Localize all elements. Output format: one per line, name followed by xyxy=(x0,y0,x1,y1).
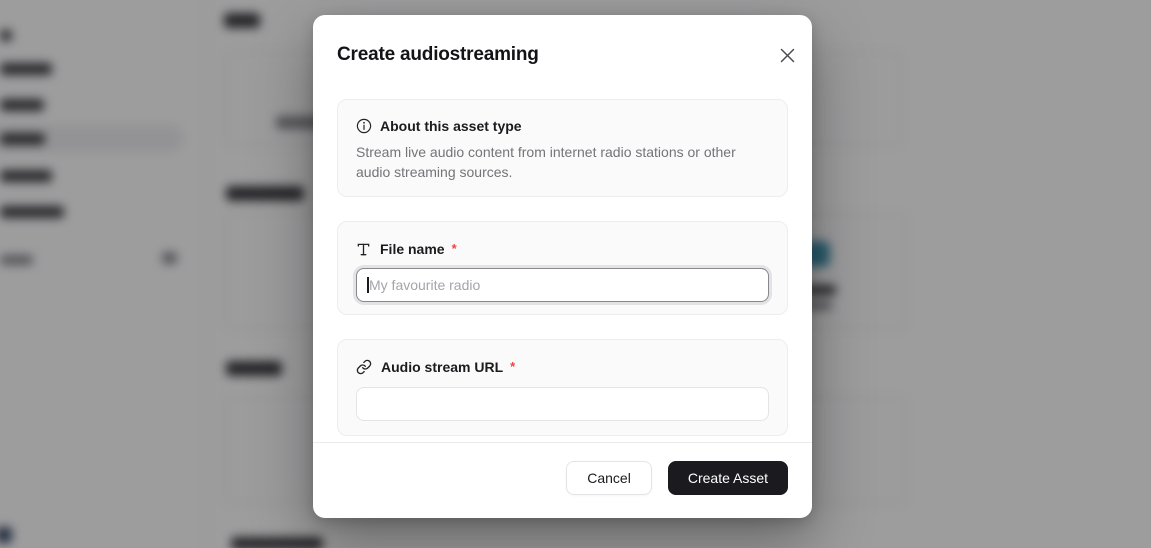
required-asterisk: * xyxy=(452,241,457,256)
close-icon xyxy=(780,48,795,63)
file-name-input[interactable] xyxy=(356,268,769,302)
dialog-body: Create audiostreaming About this asset t… xyxy=(313,15,812,442)
link-icon xyxy=(356,359,372,375)
required-asterisk: * xyxy=(510,359,515,374)
close-button[interactable] xyxy=(777,45,797,65)
info-icon xyxy=(356,118,372,134)
audio-stream-url-input-wrap xyxy=(356,387,769,421)
file-name-field-group: File name * xyxy=(337,221,788,315)
text-cursor xyxy=(367,277,369,293)
about-asset-type-title: About this asset type xyxy=(380,118,522,134)
audio-stream-url-input[interactable] xyxy=(356,387,769,421)
about-asset-type-description: Stream live audio content from internet … xyxy=(356,142,766,182)
cancel-button[interactable]: Cancel xyxy=(566,461,652,495)
create-audiostreaming-dialog: Create audiostreaming About this asset t… xyxy=(313,15,812,518)
dialog-title: Create audiostreaming xyxy=(337,43,788,67)
audio-stream-url-field-group: Audio stream URL * xyxy=(337,339,788,436)
file-name-label-row: File name * xyxy=(356,239,769,259)
file-name-input-wrap xyxy=(356,268,769,302)
create-asset-button[interactable]: Create Asset xyxy=(668,461,788,495)
dialog-footer: Cancel Create Asset xyxy=(313,442,812,518)
about-asset-type-header: About this asset type xyxy=(356,116,769,136)
audio-stream-url-label-row: Audio stream URL * xyxy=(356,357,769,377)
about-asset-type-panel: About this asset type Stream live audio … xyxy=(337,99,788,197)
audio-stream-url-label: Audio stream URL xyxy=(381,359,503,375)
type-icon xyxy=(356,242,371,257)
file-name-label: File name xyxy=(380,241,445,257)
